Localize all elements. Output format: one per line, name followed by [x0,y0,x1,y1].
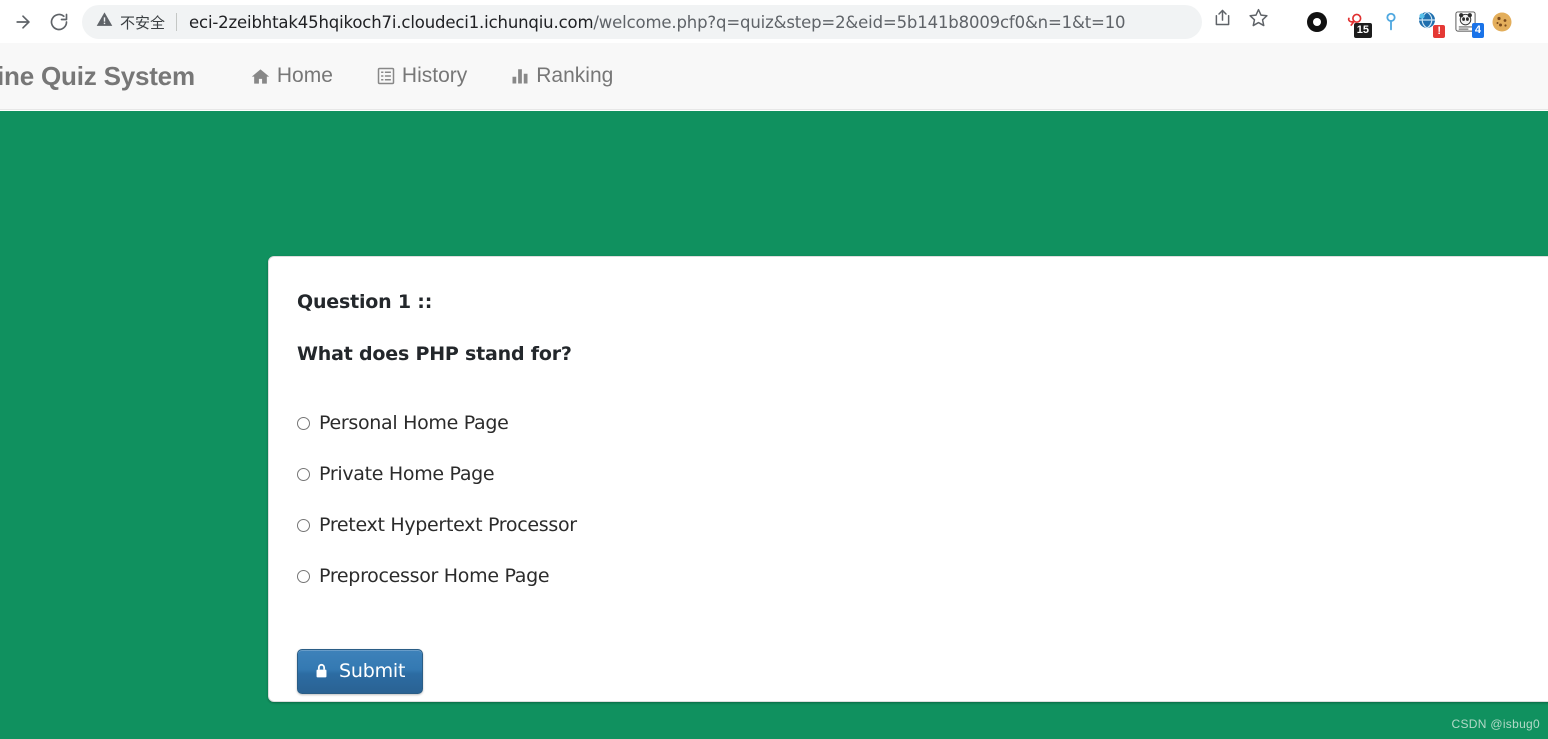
star-icon[interactable] [1241,0,1275,34]
option-label-3: Preprocessor Home Page [319,565,550,587]
option-row[interactable]: Private Home Page [297,463,1539,485]
answer-options-list: Personal Home Page Private Home Page Pre… [297,412,1539,587]
option-radio-2[interactable] [297,518,310,532]
quiz-card-inner: Question 1 :: What does PHP stand for? P… [269,257,1548,720]
security-chip[interactable]: 不安全 [96,11,165,33]
address-bar[interactable]: 不安全 eci-2zeibhtak45hqikoch7i.cloudeci1.i… [82,5,1202,39]
site-navbar: line Quiz System Home History Ranking [0,43,1548,110]
option-radio-3[interactable] [297,569,310,583]
globe-extension-icon[interactable]: ! [1411,5,1445,39]
share-icon[interactable] [1205,0,1239,34]
browser-chrome: 不安全 eci-2zeibhtak45hqikoch7i.cloudeci1.i… [0,0,1548,43]
site-nav-links: Home History Ranking [229,64,635,88]
blue-pin-extension-icon[interactable] [1374,5,1408,39]
omnibox-actions [1205,0,1275,34]
browser-nav-buttons [0,5,76,39]
option-row[interactable]: Pretext Hypertext Processor [297,514,1539,536]
red-loop-extension-icon[interactable]: 15 [1337,5,1372,39]
option-radio-0[interactable] [297,416,310,430]
reload-icon[interactable] [42,5,76,39]
nav-item-history-label: History [401,64,468,87]
option-label-1: Private Home Page [319,463,495,485]
watermark: CSDN @isbug0 [1451,717,1540,731]
url-path: /welcome.php?q=quiz&step=2&eid=5b141b800… [593,12,1126,32]
list-icon [377,67,395,85]
nav-item-ranking-label: Ranking [536,64,614,87]
page-body: Question 1 :: What does PHP stand for? P… [0,111,1548,739]
black-ring-extension-icon[interactable] [1300,5,1334,39]
option-radio-1[interactable] [297,467,310,481]
security-label: 不安全 [120,13,166,32]
option-row[interactable]: Preprocessor Home Page [297,565,1539,587]
site-brand[interactable]: line Quiz System [0,61,195,92]
quiz-card: Question 1 :: What does PHP stand for? P… [268,256,1548,702]
home-icon [251,67,270,86]
nav-item-home-label: Home [276,64,333,87]
submit-button[interactable]: Submit [297,649,424,694]
panda-extension-icon[interactable]: 4 [1448,5,1484,39]
option-row[interactable]: Personal Home Page [297,412,1539,434]
nav-item-history[interactable]: History [355,64,489,88]
option-label-0: Personal Home Page [319,412,509,434]
warning-triangle-icon [96,11,113,33]
nav-item-ranking[interactable]: Ranking [489,64,635,88]
nav-item-home[interactable]: Home [229,64,355,88]
question-text: What does PHP stand for? [297,343,572,365]
question-number: Question 1 :: [297,291,433,313]
extension-badge: 4 [1471,22,1484,38]
lock-icon [313,662,330,680]
submit-button-label: Submit [339,660,406,682]
option-label-2: Pretext Hypertext Processor [319,514,577,536]
extension-tray: 15 ! 4 [1300,0,1519,43]
omnibox-divider [176,13,178,31]
extension-badge: 15 [1353,22,1372,38]
bar-chart-icon [511,67,529,85]
forward-arrow-icon[interactable] [6,5,40,39]
cookie-extension-icon[interactable] [1485,5,1519,39]
url-host: eci-2zeibhtak45hqikoch7i.cloudeci1.ichun… [189,12,594,32]
url-text[interactable]: eci-2zeibhtak45hqikoch7i.cloudeci1.ichun… [189,12,1126,32]
extension-badge: ! [1433,24,1445,38]
